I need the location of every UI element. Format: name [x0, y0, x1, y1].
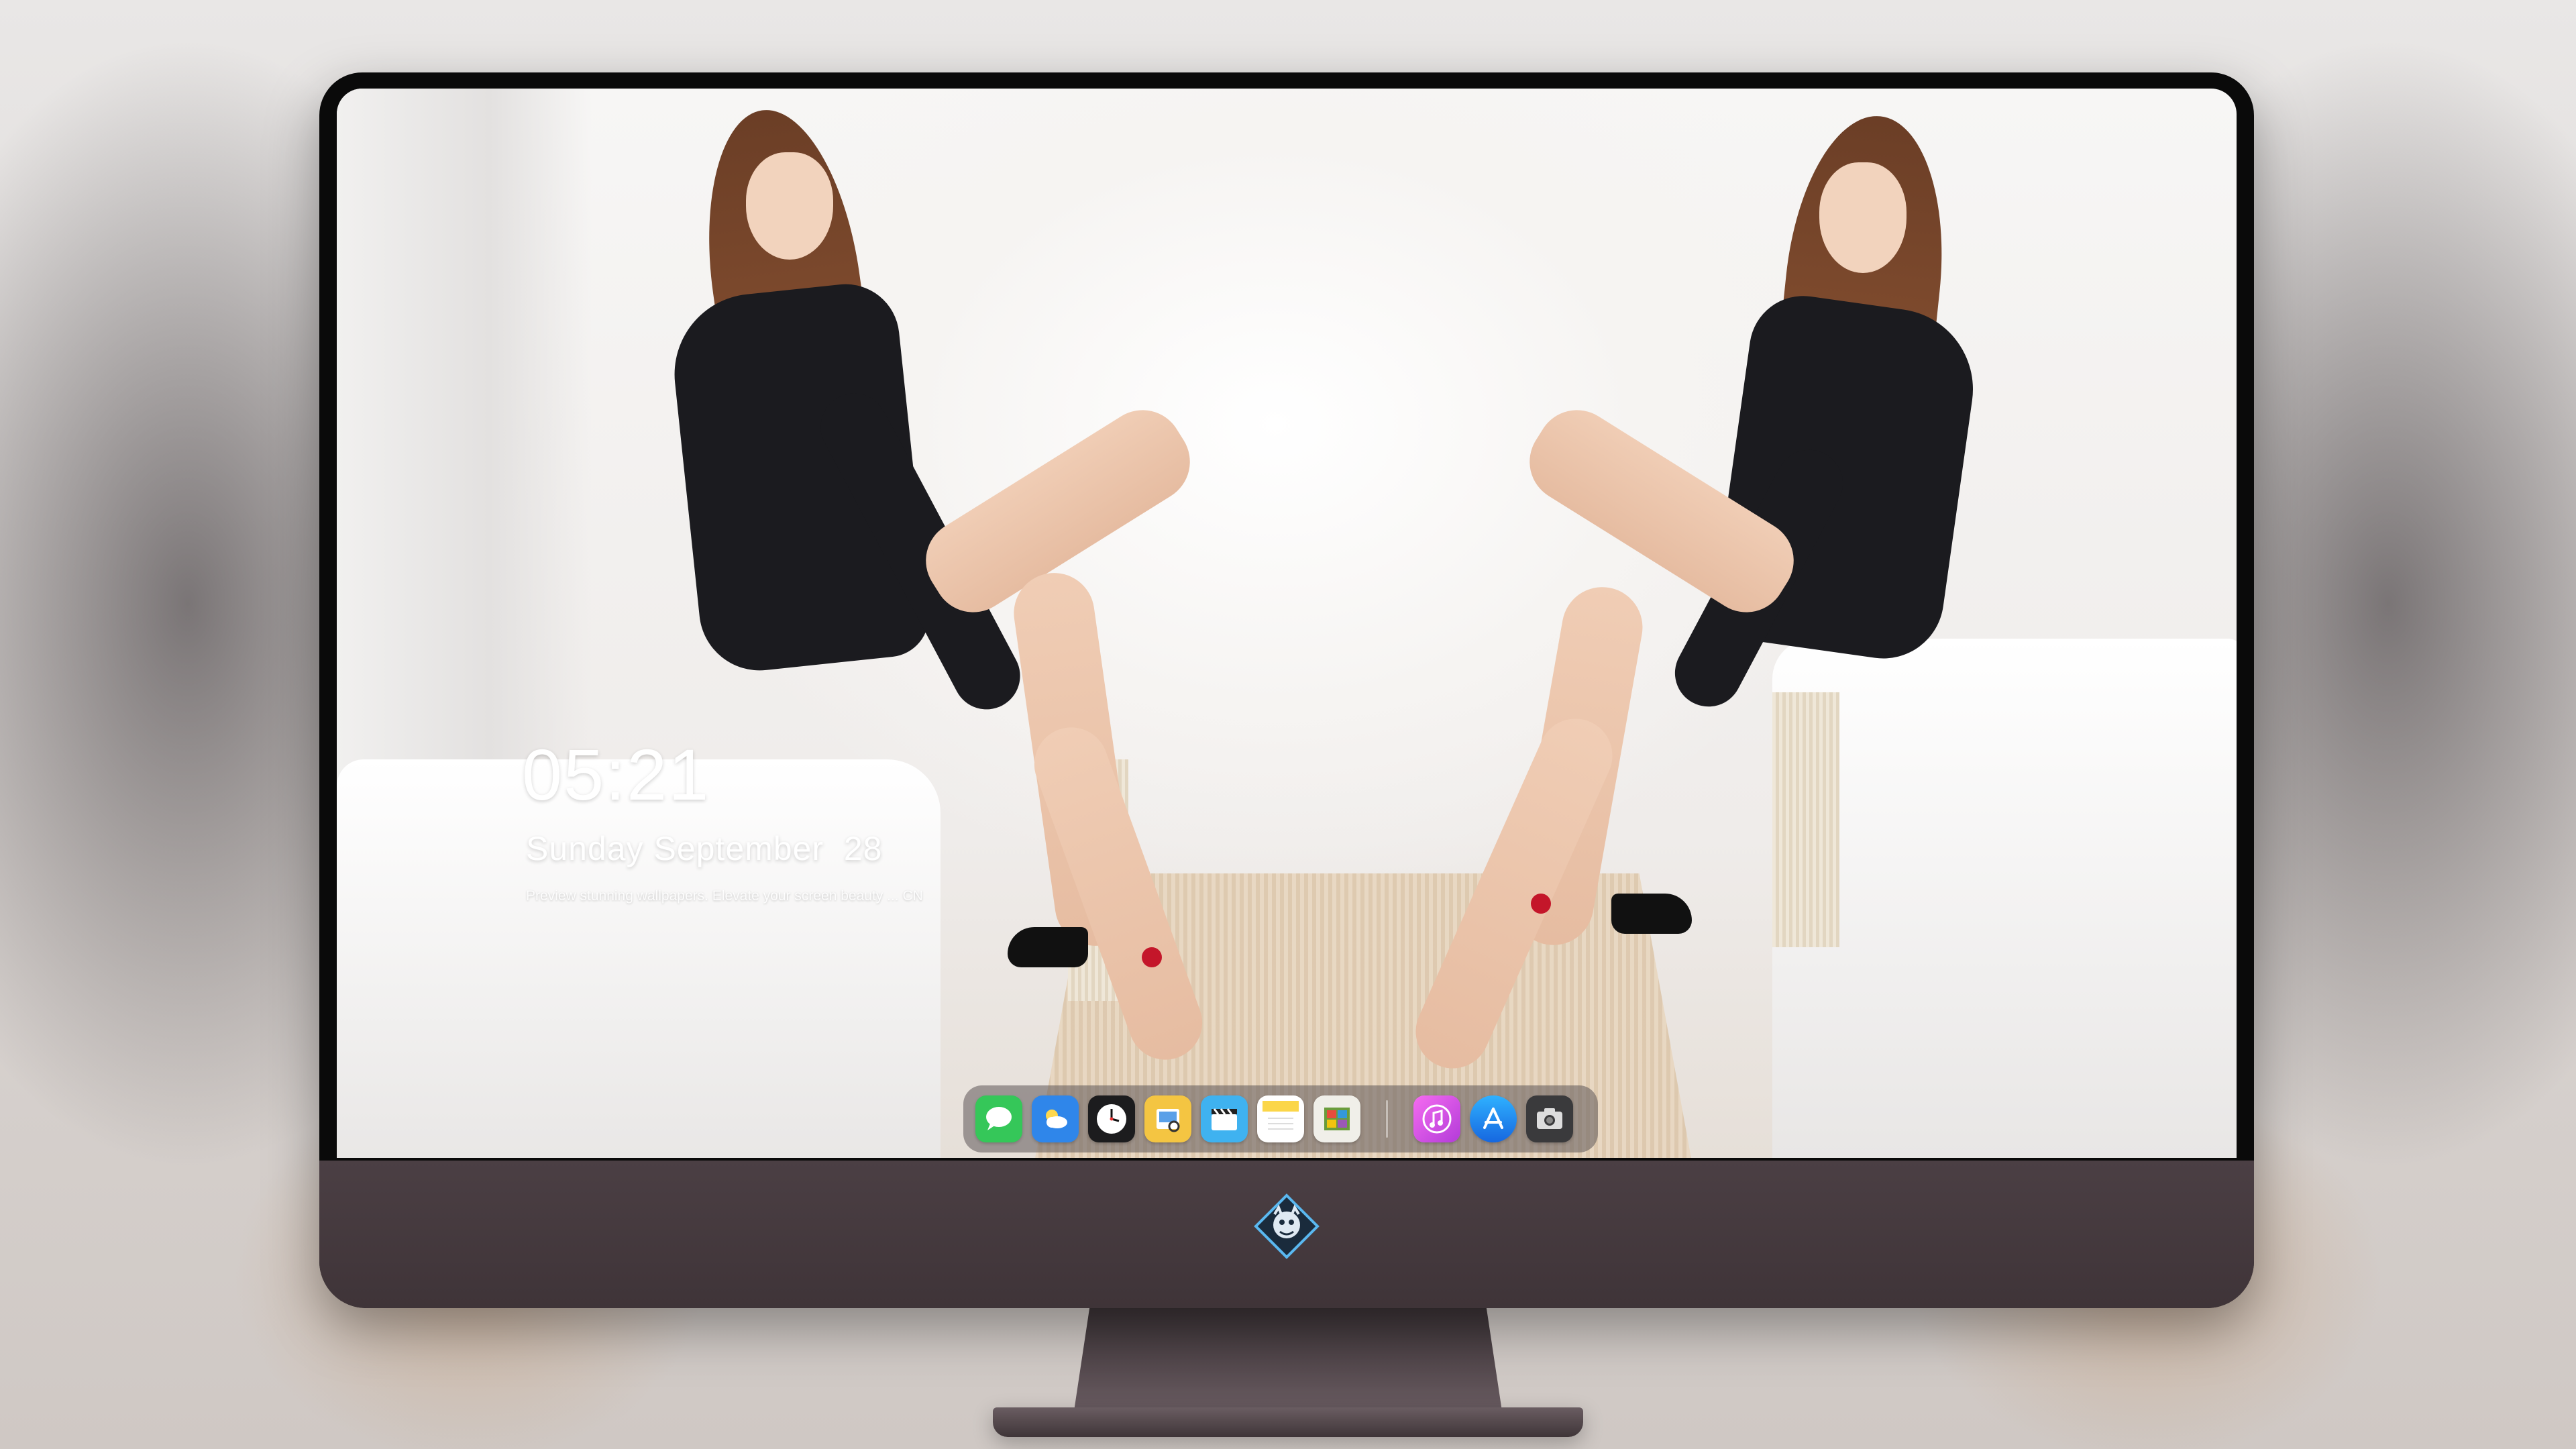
notes-icon[interactable]	[1257, 1095, 1304, 1142]
preview-icon[interactable]	[1144, 1095, 1191, 1142]
camera-icon[interactable]	[1526, 1095, 1573, 1142]
dock-separator	[1386, 1100, 1388, 1138]
weather-icon[interactable]	[1032, 1095, 1079, 1142]
monitor-chin	[319, 1161, 2254, 1308]
app-store-icon[interactable]	[1470, 1095, 1517, 1142]
photos-icon[interactable]	[1313, 1095, 1360, 1142]
dock	[963, 1085, 1598, 1152]
messages-icon[interactable]	[975, 1095, 1022, 1142]
clips-icon[interactable]	[1201, 1095, 1248, 1142]
screen: 05:21 Sunday September 28 Preview stunni…	[337, 89, 2237, 1158]
clock-time: 05:21	[522, 734, 710, 815]
itunes-icon[interactable]	[1413, 1095, 1460, 1142]
monitor: 05:21 Sunday September 28 Preview stunni…	[319, 72, 2254, 1308]
monitor-stand-base	[993, 1407, 1583, 1437]
monitor-stand	[1073, 1301, 1503, 1415]
wallpaper-tagline: Preview stunning wallpapers. Elevate you…	[526, 888, 923, 904]
brand-logo-icon	[1253, 1193, 1320, 1260]
clock-icon[interactable]	[1088, 1095, 1135, 1142]
clock-date: Sunday September 28	[526, 830, 883, 867]
